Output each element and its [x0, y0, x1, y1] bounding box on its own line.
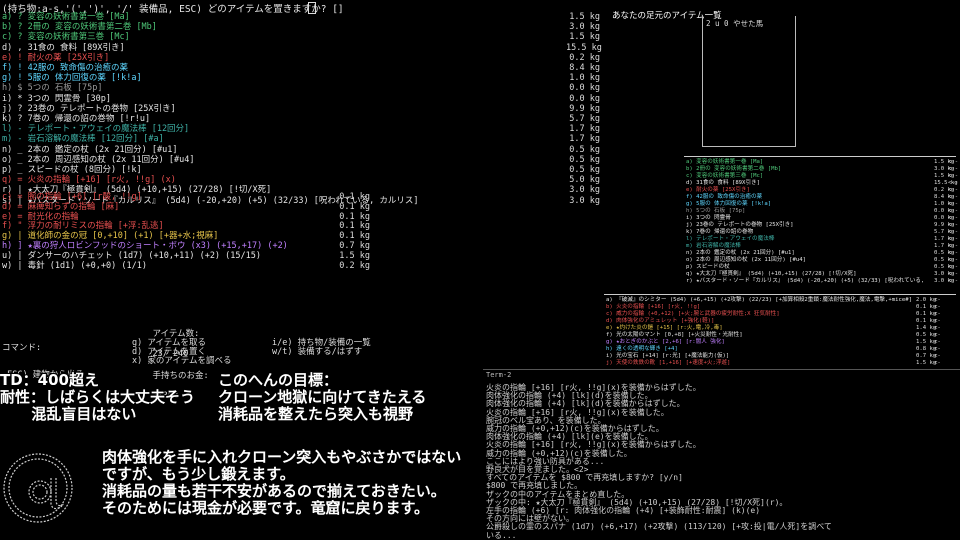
equipment-item-label: u) | ダンサーのハチェット (1d7) (+10,+11) (+2) (15…: [2, 250, 261, 261]
equipment-item-weight: 0.1 kg: [339, 192, 370, 202]
inventory-item-row[interactable]: p) _ スピードの杖 (8回分) [!k] 0.5 kg: [2, 165, 600, 175]
equipment-item-label: h) ] ★裏の狩人ロビンフッドのショート・ボウ (x3) (+15,+17) …: [2, 241, 288, 251]
equipment-item-weight: 0.1 kg: [339, 201, 370, 212]
inventory-item-label: o) _ 2本の 周辺感知の杖 (2x 11回分) [#u4]: [2, 154, 195, 165]
inventory-item-label: e) ! 耐火の薬 [25X引き]: [2, 52, 110, 63]
message-log-window: Term-2 火炎の指輪 [+16] [r火, !!g](x)を装備からはずした…: [483, 369, 960, 540]
equipment-item-weight: 0.7 kg: [339, 241, 370, 251]
inventory-item-row[interactable]: h) $ 5つの 石板 [75p] 0.0 kg: [2, 83, 600, 94]
inventory-item-weight: 1.7 kg: [569, 124, 600, 135]
equipment-item-label: d) = 麻痺知らずの指輪 [麻]: [2, 201, 120, 212]
mini2-arrow: <-: [934, 360, 941, 366]
inventory-item-weight: 9.9 kg: [569, 103, 600, 114]
mini2-row: j) 天使の鉄鉄の靴 [1,+16] [+速度+火;浮遊]: [606, 360, 731, 366]
inventory-item-weight: 3.0 kg: [569, 185, 600, 196]
inventory-item-row[interactable]: g) ! 5服の 体力回復の薬 [!k!a] 1.0 kg: [2, 73, 600, 84]
inventory-item-label: f) ! 42服の 致命傷の治癒の薬: [2, 63, 128, 73]
inventory-item-label: a) ? 変容の妖術書第一巻 [Ma]: [2, 12, 130, 22]
log-line: 公爵殺しの霊のスパナ (1d7) (+6,+17) (+2攻撃) (113/12…: [486, 522, 832, 532]
overlay-confusion: 混乱盲目はない: [0, 405, 137, 423]
inventory-item-label: j) ? 23巻の テレポートの巻物 [25X引き]: [2, 103, 176, 114]
inventory-item-label: c) ? 変容の妖術書第三巻 [Mc]: [2, 32, 130, 43]
inventory-item-label: k) ? 7巻の 帰還の詔の巻物 [!r!u]: [2, 114, 151, 124]
equipment-item-row[interactable]: c) = 腕の指輪 [+6] [r酸, !!g] 0.1 kg: [2, 192, 370, 202]
command-header: コマンド:: [2, 343, 42, 353]
cmd-examine-home[interactable]: x) 家のアイテムを調べる: [132, 354, 232, 366]
overlay-note-4: そのためには現金が必要です。竜窟に戻ります。: [102, 499, 430, 517]
inventory-item-label: d) , 31食の 食料 [89X引き]: [2, 42, 125, 53]
equipment-item-row[interactable]: w) | 毒針 (1d1) (+0,+0) (1/1) 0.2 kg: [2, 260, 370, 271]
mini-equipment-window: a) 『破滅』のシミター (5d4) (+6,+15) (+2攻撃) (22/2…: [604, 294, 956, 367]
equipment-item-label: c) = 腕の指輪 [+6] [r酸, !!g]: [2, 192, 142, 202]
inventory-item-label: m) - 岩石溶解の魔法棒 [12回分] [#a]: [2, 134, 164, 145]
inventory-item-label: b) ? 2冊の 変容の妖術書第二巻 [Mb]: [2, 22, 157, 33]
equipment-item-weight: 0.1 kg: [339, 211, 370, 222]
inventory-item-weight: 3.0 kg: [569, 195, 600, 206]
inventory-item-weight: 0.2 kg: [569, 52, 600, 63]
inventory-item-row[interactable]: b) ? 2冊の 変容の妖術書第二巻 [Mb] 3.0 kg: [2, 22, 600, 33]
inventory-item-row[interactable]: m) - 岩石溶解の魔法棒 [12回分] [#a] 1.7 kg: [2, 134, 600, 145]
inventory-item-row[interactable]: l) - テレポート・アウェイの魔法棒 [12回分] 1.7 kg: [2, 124, 600, 135]
inventory-item-weight: 15.5 kg: [566, 42, 602, 53]
inventory-item-label: h) $ 5つの 石板 [75p]: [2, 83, 103, 94]
floor-item[interactable]: 2 u 0 やせた馬: [706, 18, 763, 29]
inventory-item-row[interactable]: i) * 3つの 閃霊骨 [30p] 0.0 kg: [2, 93, 600, 104]
inventory-item-label: p) _ スピードの杖 (8回分) [!k]: [2, 165, 142, 175]
inventory-item-weight: 5.7 kg: [569, 114, 600, 124]
inventory-item-row[interactable]: k) ? 7巻の 帰還の詔の巻物 [!r!u] 5.7 kg: [2, 114, 600, 124]
inventory-item-weight: 0.5 kg: [569, 165, 600, 175]
inventory-item-weight: 8.4 kg: [569, 63, 600, 73]
inventory-item-row[interactable]: d) , 31食の 食料 [89X引き] 15.5 kg: [2, 42, 602, 53]
inventory-item-row[interactable]: f) ! 42服の 致命傷の治癒の薬 8.4 kg: [2, 63, 600, 73]
mini1-arrow: <--: [948, 278, 959, 284]
equipment-item-label: w) | 毒針 (1d1) (+0,+0) (1/1): [2, 260, 147, 271]
inventory-item-label: l) - テレポート・アウェイの魔法棒 [12回分]: [2, 124, 190, 135]
equipment-item-row[interactable]: d) = 麻痺知らずの指輪 [麻] 0.1 kg: [2, 201, 370, 212]
inventory-item-row[interactable]: j) ? 23巻の テレポートの巻物 [25X引き] 9.9 kg: [2, 103, 600, 114]
inventory-item-weight: 1.5 kg: [569, 12, 600, 22]
inventory-item-weight: 5.0 kg: [569, 175, 600, 186]
input-cursor[interactable]: [308, 2, 316, 14]
inventory-item-weight: 1.5 kg: [569, 32, 600, 43]
inventory-item-weight: 1.7 kg: [569, 134, 600, 145]
screen: (持ち物:a-s,'(',')', '/' 装備品, ESC) どのアイテムを置…: [0, 0, 960, 540]
floor-window: [702, 16, 796, 147]
equipment-item-label: f) " 浮力の耐リミスの指輪 [+浮:乱逃]: [2, 221, 164, 232]
inventory-item-row[interactable]: o) _ 2本の 周辺感知の杖 (2x 11回分) [#u4] 0.5 kg: [2, 154, 600, 165]
log-title: Term-2: [486, 371, 512, 379]
player-at-icon: [3, 453, 73, 523]
inventory-item-weight: 0.0 kg: [569, 83, 600, 94]
inventory-item-weight: 1.0 kg: [569, 73, 600, 84]
inventory-item-row[interactable]: a) ? 変容の妖術書第一巻 [Ma] 1.5 kg: [2, 12, 600, 22]
inventory-item-row[interactable]: q) = 火炎の指輪 [+16] [r火, !!g] (x) 5.0 kg: [2, 175, 600, 186]
equipment-item-row[interactable]: u) | ダンサーのハチェット (1d7) (+10,+11) (+2) (15…: [2, 250, 370, 261]
equipment-item-weight: 0.2 kg: [339, 260, 370, 271]
equipment-item-weight: 0.1 kg: [339, 221, 370, 232]
inventory-item-row[interactable]: e) ! 耐火の薬 [25X引き] 0.2 kg: [2, 52, 600, 63]
inventory-item-label: q) = 火炎の指輪 [+16] [r火, !!g] (x): [2, 175, 176, 186]
equipment-item-weight: 1.5 kg: [339, 250, 370, 261]
inventory-item-weight: 0.5 kg: [569, 144, 600, 155]
inventory-item-label: i) * 3つの 閃霊骨 [30p]: [2, 93, 112, 104]
equipment-item-label: g) | 道化師の金の冠 [0,+10] (+1) [+器+水;視麻]: [2, 231, 219, 242]
equipment-item-row[interactable]: g) | 道化師の金の冠 [0,+10] (+1) [+器+水;視麻] 0.1 k…: [2, 231, 370, 242]
inventory-item-weight: 3.0 kg: [569, 22, 600, 33]
mini-inventory-window: a) 変容の妖術書第一巻 [Ma] 1.5 kg <-- b) 2冊の 変容の妖術書第…: [684, 156, 959, 284]
inventory-item-label: n) _ 2本の 鑑定の杖 (2x 21回分) [#u1]: [2, 144, 178, 155]
inventory-item-weight: 0.5 kg: [569, 154, 600, 165]
equipment-item-weight: 0.1 kg: [339, 231, 370, 242]
inventory-item-row[interactable]: c) ? 変容の妖術書第三巻 [Mc] 1.5 kg: [2, 32, 600, 43]
equipment-item-row[interactable]: h) ] ★裏の狩人ロビンフッドのショート・ボウ (x3) (+15,+17) …: [2, 241, 370, 251]
cmd-wear-takeoff[interactable]: w/t) 装備する/はずす: [272, 345, 362, 357]
mini1-row: r) ★バスタード・ソード『カルリス』 (5d4) (-20,+20) (+5)…: [686, 278, 925, 284]
inventory-item-weight: 0.0 kg: [569, 93, 600, 104]
overlay-goal-2: 消耗品を整えたら突入も視野: [218, 405, 414, 423]
gold-label: 手持ちのお金:: [152, 371, 209, 381]
inventory-item-label: g) ! 5服の 体力回復の薬 [!k!a]: [2, 73, 142, 84]
log-line: いる...: [486, 530, 517, 540]
inventory-item-row[interactable]: n) _ 2本の 鑑定の杖 (2x 21回分) [#u1] 0.5 kg: [2, 144, 600, 155]
